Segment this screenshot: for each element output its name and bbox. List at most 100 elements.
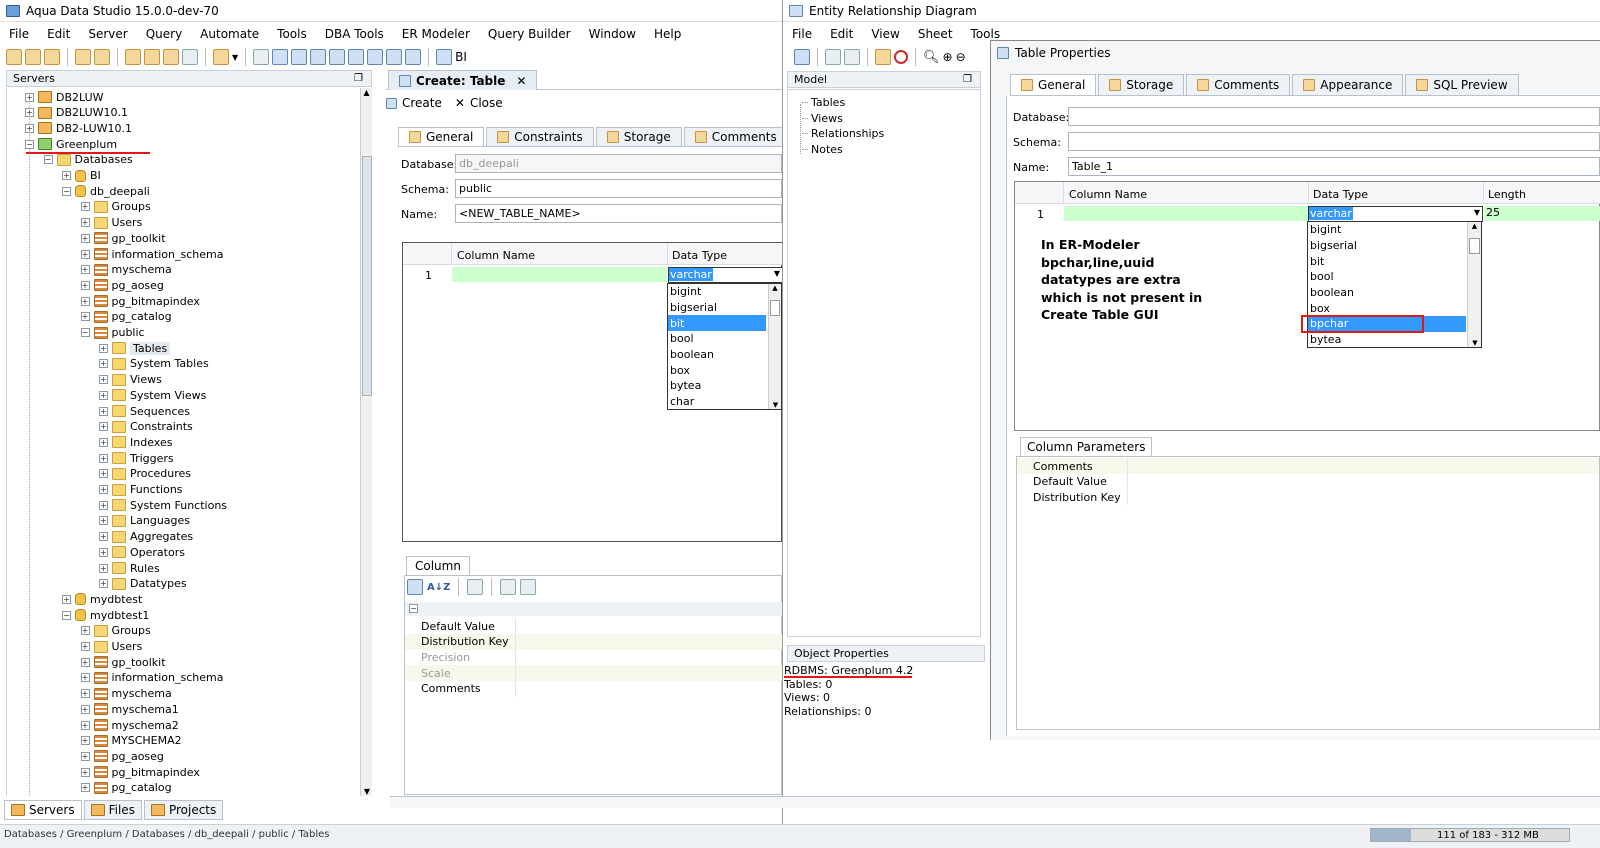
property-row[interactable]: Default Value (405, 618, 783, 634)
expand-icon[interactable]: + (25, 123, 34, 133)
tree-node[interactable]: + myschema (80, 686, 172, 702)
data-type-header[interactable]: Data Type (672, 249, 727, 262)
tp-data-type-header[interactable]: Data Type (1313, 188, 1368, 201)
chevron-down-icon[interactable]: ▼ (1474, 208, 1480, 217)
menu-window[interactable]: Window (580, 27, 645, 41)
expand-icon[interactable]: + (80, 626, 90, 636)
tree-node[interactable]: + Indexes (99, 434, 172, 450)
name-field[interactable]: <NEW_TABLE_NAME> (455, 204, 782, 223)
data-type-cell[interactable]: varchar ▼ (668, 267, 783, 283)
expand-icon[interactable]: + (62, 171, 71, 180)
tree-node[interactable]: + pg_bitmapindex (80, 293, 200, 309)
save-icon[interactable] (386, 97, 397, 109)
menu-automate[interactable]: Automate (191, 27, 268, 41)
tp-column-name-cell[interactable] (1064, 206, 1308, 221)
tree-node[interactable]: + Tables (99, 340, 171, 356)
menu-query-builder[interactable]: Query Builder (479, 27, 580, 41)
layout7-icon[interactable] (386, 49, 403, 65)
tree-node[interactable]: + System Tables (99, 356, 209, 372)
tree-node[interactable]: + pg_catalog (80, 780, 172, 796)
property-value-cell[interactable] (515, 665, 783, 682)
collapse-icon[interactable]: − (25, 139, 34, 149)
open-icon[interactable] (25, 49, 41, 65)
tree-node[interactable]: + Sequences (99, 403, 190, 419)
menu-tools[interactable]: Tools (268, 27, 316, 41)
dropdown-option[interactable]: bigint (668, 284, 766, 300)
expand-icon[interactable]: + (80, 657, 90, 667)
tree-node[interactable]: + Views (99, 372, 162, 388)
property-row[interactable]: Precision (405, 649, 783, 666)
expand-icon[interactable]: + (99, 359, 108, 369)
expand-icon[interactable]: + (80, 720, 90, 730)
param-value-cell[interactable] (1127, 489, 1599, 506)
layout5-icon[interactable] (348, 49, 365, 65)
tab-general[interactable]: General (398, 127, 485, 146)
expand-icon[interactable]: + (99, 469, 108, 479)
server-tree-scrollbar[interactable]: ▲ ▼ (360, 88, 372, 796)
property-value-cell[interactable] (515, 649, 783, 666)
menu-dba-tools[interactable]: DBA Tools (316, 27, 393, 41)
tp-length-header[interactable]: Length (1488, 188, 1526, 201)
reverse-engineer-icon[interactable] (875, 49, 891, 65)
expand-icon[interactable]: + (99, 579, 108, 589)
column-name-header[interactable]: Column Name (457, 249, 535, 262)
scroll-up-icon[interactable]: ▲ (769, 284, 781, 292)
tree-node[interactable]: + Functions (99, 482, 183, 498)
column-params-tab[interactable]: Column Parameters (1020, 437, 1153, 456)
bottom-tab-projects[interactable]: Projects (143, 800, 224, 820)
scroll-thumb[interactable] (362, 156, 372, 396)
layout8-icon[interactable] (405, 49, 422, 65)
layout3-icon[interactable] (310, 49, 327, 65)
model-tree[interactable]: Tables Views Relationships Notes (787, 89, 981, 637)
expand-icon[interactable]: + (80, 783, 90, 793)
param-row[interactable]: Comments (1017, 458, 1599, 474)
expand-icon[interactable]: + (99, 485, 108, 494)
expand-icon[interactable]: + (80, 673, 90, 683)
expand-icon[interactable]: + (80, 280, 90, 290)
tree-node[interactable]: + myschema2 (80, 717, 179, 733)
expand-icon[interactable]: + (80, 689, 90, 699)
layout1-icon[interactable] (272, 49, 289, 65)
restore-icon[interactable]: ❐ (963, 74, 972, 85)
expand-icon[interactable]: + (80, 767, 90, 777)
dropdown-option[interactable]: bool (1308, 269, 1466, 285)
tree-node[interactable]: + DB2-LUW10.1 (25, 120, 132, 136)
scroll-down-icon[interactable]: ▼ (769, 401, 782, 409)
menu-file[interactable]: File (0, 27, 38, 41)
layout2-icon[interactable] (291, 49, 308, 65)
expand-icon[interactable]: + (62, 594, 71, 604)
tp-tab-sql-preview[interactable]: SQL Preview (1405, 74, 1519, 95)
layout4-icon[interactable] (329, 49, 346, 65)
dropdown-option[interactable]: bit (668, 315, 766, 332)
tree-node[interactable]: + MYSCHEMA2 (80, 733, 182, 749)
tree-node[interactable]: + mydbtest (62, 591, 142, 607)
erd-menu-sheet[interactable]: Sheet (909, 27, 962, 41)
expand-icon[interactable]: + (25, 108, 34, 118)
bi-label[interactable]: BI (455, 50, 467, 64)
tree-node[interactable]: + Rules (99, 560, 160, 576)
tree-node[interactable]: + Languages (99, 513, 190, 529)
schema-field[interactable]: public (455, 179, 782, 198)
tp-name-field[interactable]: Table_1 (1068, 157, 1600, 176)
expand-icon[interactable]: + (99, 343, 108, 353)
database-field[interactable]: db_deepali (455, 154, 782, 173)
restore-icon[interactable]: ❐ (354, 73, 363, 84)
tp-tab-comments[interactable]: Comments (1186, 74, 1291, 95)
tree-node[interactable]: + Groups (80, 623, 151, 639)
expand-icon[interactable]: + (99, 532, 108, 542)
create-table-tab[interactable]: Create: Table ✕ (388, 70, 538, 90)
expand-icon[interactable]: + (99, 516, 108, 526)
query-builder-icon[interactable] (163, 49, 179, 65)
erd-menu-edit[interactable]: Edit (821, 27, 862, 41)
zoom-in-icon[interactable]: ⊕ (943, 50, 953, 64)
save-icon[interactable] (794, 49, 810, 65)
zoom-out-icon[interactable]: ⊖ (956, 50, 966, 64)
dropdown-option[interactable]: boolean (668, 347, 766, 363)
stop-icon[interactable] (894, 50, 908, 64)
chevron-down-icon[interactable]: ▼ (232, 53, 238, 62)
tree-node[interactable]: + gp_toolkit (80, 230, 166, 246)
menu-help[interactable]: Help (645, 27, 690, 41)
param-row[interactable]: Default Value (1017, 473, 1599, 490)
tree-node[interactable]: + pg_aoseg (80, 277, 164, 293)
scroll-up-icon[interactable]: ▲ (361, 88, 372, 97)
